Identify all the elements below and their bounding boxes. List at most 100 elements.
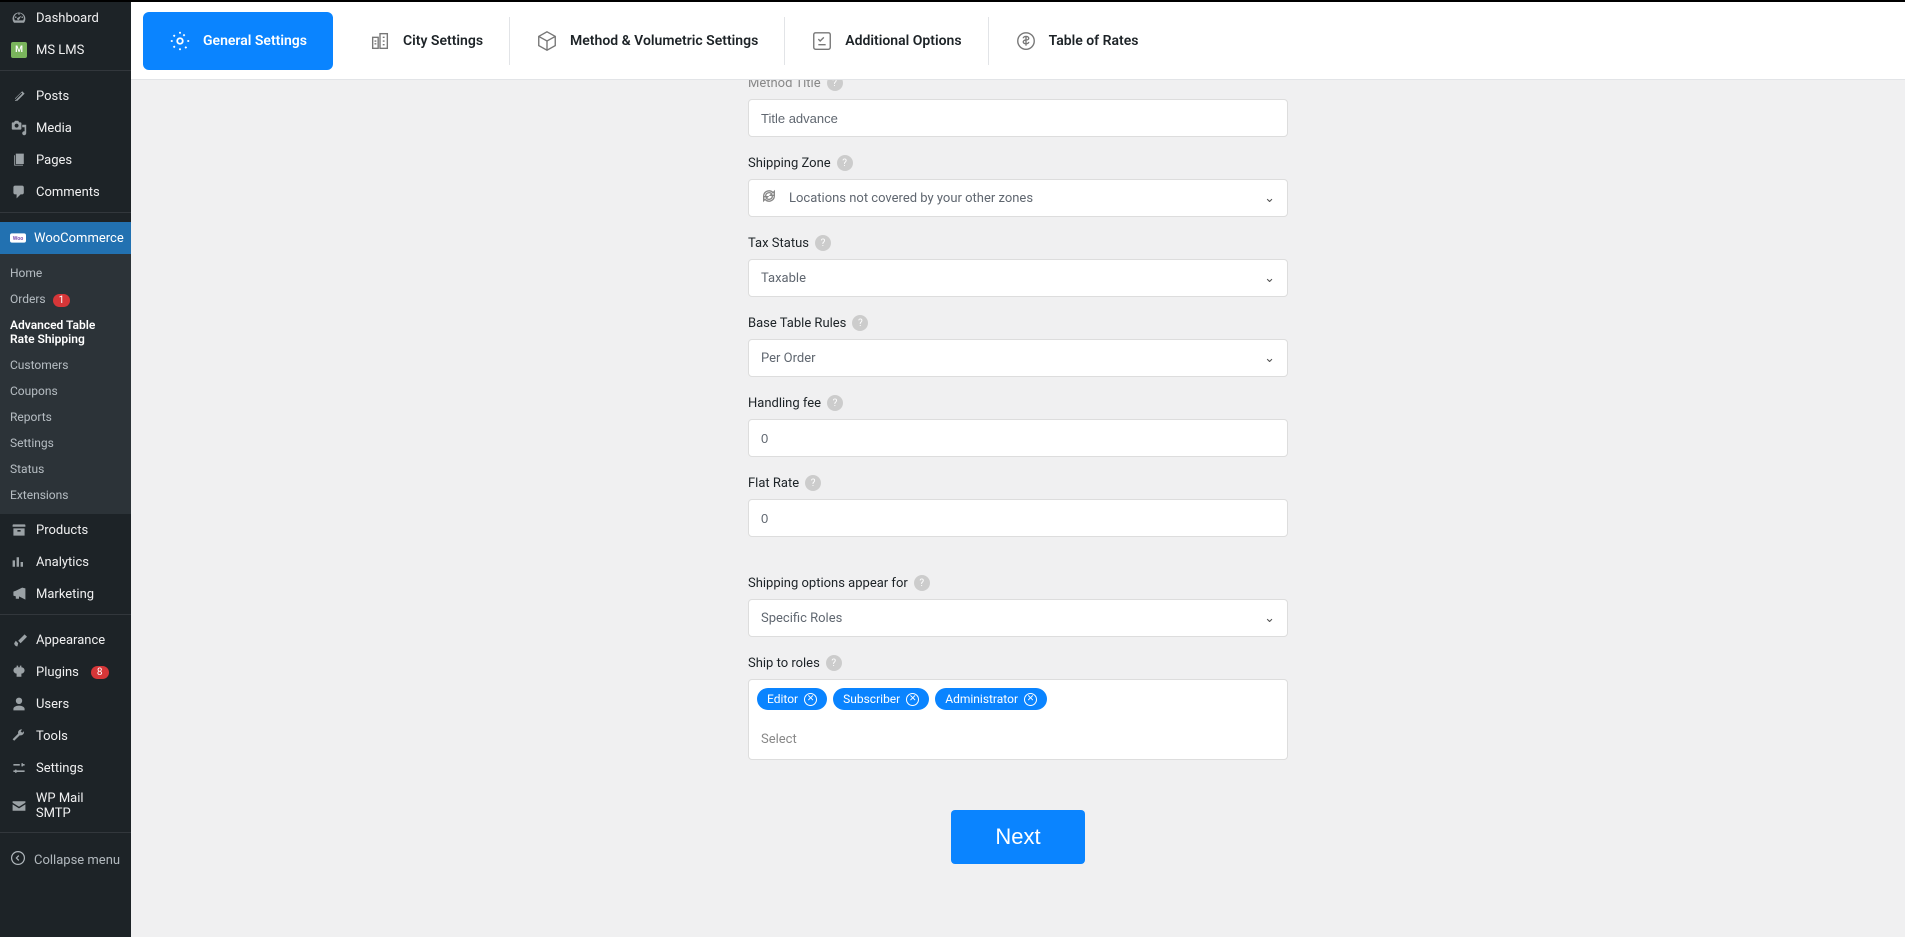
sidebar-item-comments[interactable]: Comments [0, 176, 131, 208]
ship-to-roles-select[interactable]: Editor✕ Subscriber✕ Administrator✕ Selec… [748, 679, 1288, 760]
collapse-icon [10, 850, 26, 870]
label-appear-for: Shipping options appear for ? [748, 575, 1288, 591]
sidebar-item-media[interactable]: Media [0, 112, 131, 144]
role-tag-administrator[interactable]: Administrator✕ [935, 688, 1047, 710]
sidebar-item-analytics[interactable]: Analytics [0, 546, 131, 578]
help-icon[interactable]: ? [815, 235, 831, 251]
chevron-down-icon: ⌄ [1264, 271, 1275, 286]
sidebar-label: Marketing [36, 587, 94, 602]
method-title-input[interactable] [748, 99, 1288, 137]
pin-icon [10, 87, 28, 105]
help-icon[interactable]: ? [827, 80, 843, 91]
separator [0, 614, 131, 620]
tab-label: Method & Volumetric Settings [570, 33, 758, 49]
sidebar-label: Appearance [36, 633, 105, 648]
bars-icon [10, 553, 28, 571]
separator [0, 70, 131, 76]
separator [0, 832, 131, 838]
dollar-icon [1015, 30, 1037, 52]
sidebar-item-tools[interactable]: Tools [0, 720, 131, 752]
sidebar-item-dashboard[interactable]: Dashboard [0, 2, 131, 34]
tab-general-settings[interactable]: General Settings [143, 12, 333, 70]
remove-icon[interactable]: ✕ [804, 693, 817, 706]
help-icon[interactable]: ? [805, 475, 821, 491]
plugins-badge: 8 [91, 666, 109, 679]
submenu-reports[interactable]: Reports [0, 404, 131, 430]
sidebar-label: Dashboard [36, 11, 99, 26]
chevron-down-icon: ⌄ [1264, 351, 1275, 366]
help-icon[interactable]: ? [914, 575, 930, 591]
brush-icon [10, 631, 28, 649]
sidebar-item-pages[interactable]: Pages [0, 144, 131, 176]
submenu-customers[interactable]: Customers [0, 352, 131, 378]
sync-icon [761, 188, 777, 208]
submenu-status[interactable]: Status [0, 456, 131, 482]
role-tag-subscriber[interactable]: Subscriber✕ [833, 688, 929, 710]
sidebar-label: MS LMS [36, 43, 84, 58]
woo-icon: Woo [10, 229, 26, 247]
tab-label: General Settings [203, 33, 307, 49]
sidebar-item-users[interactable]: Users [0, 688, 131, 720]
next-button[interactable]: Next [951, 810, 1084, 864]
tab-method-volumetric[interactable]: Method & Volumetric Settings [510, 17, 785, 65]
sidebar-item-plugins[interactable]: Plugins 8 [0, 656, 131, 688]
submenu-advanced-table-rate[interactable]: Advanced Table Rate Shipping [0, 312, 131, 352]
role-tag-editor[interactable]: Editor✕ [757, 688, 827, 710]
appear-for-select[interactable]: Specific Roles ⌄ [748, 599, 1288, 637]
tab-table-of-rates[interactable]: Table of Rates [989, 17, 1165, 65]
label-method-title: Method Title ? [748, 80, 1288, 91]
mail-icon [10, 797, 28, 815]
flat-rate-input[interactable] [748, 499, 1288, 537]
submenu-orders[interactable]: Orders 1 [0, 286, 131, 312]
sidebar-item-settings[interactable]: Settings [0, 752, 131, 784]
sidebar-label: Comments [36, 185, 100, 200]
sidebar-item-marketing[interactable]: Marketing [0, 578, 131, 610]
field-tax-status: Tax Status ? Taxable ⌄ [748, 235, 1288, 297]
admin-sidebar: Dashboard M MS LMS Posts Media Pages Com… [0, 2, 131, 937]
select-placeholder[interactable]: Select [757, 728, 1279, 751]
main-content: General Settings City Settings Method & … [131, 2, 1905, 937]
label-base-table-rules: Base Table Rules ? [748, 315, 1288, 331]
sidebar-label: Users [36, 697, 69, 712]
media-icon [10, 119, 28, 137]
sidebar-item-posts[interactable]: Posts [0, 80, 131, 112]
sidebar-label: Media [36, 121, 72, 136]
chevron-down-icon: ⌄ [1264, 191, 1275, 206]
handling-fee-input[interactable] [748, 419, 1288, 457]
label-ship-to-roles: Ship to roles ? [748, 655, 1288, 671]
help-icon[interactable]: ? [837, 155, 853, 171]
submenu-coupons[interactable]: Coupons [0, 378, 131, 404]
field-handling-fee: Handling fee ? [748, 395, 1288, 457]
sidebar-item-products[interactable]: Products [0, 514, 131, 546]
tab-label: Table of Rates [1049, 33, 1139, 49]
sliders-icon [10, 759, 28, 777]
sidebar-item-mslms[interactable]: M MS LMS [0, 34, 131, 66]
help-icon[interactable]: ? [826, 655, 842, 671]
separator [0, 212, 131, 218]
form-scroll[interactable]: Method Title ? Shipping Zone ? Locations… [131, 80, 1905, 937]
help-icon[interactable]: ? [827, 395, 843, 411]
sidebar-item-wpmail[interactable]: WP Mail SMTP [0, 784, 131, 828]
tab-label: Additional Options [845, 33, 961, 49]
sidebar-item-woocommerce[interactable]: Woo WooCommerce [0, 222, 131, 254]
remove-icon[interactable]: ✕ [906, 693, 919, 706]
submenu-extensions[interactable]: Extensions [0, 482, 131, 508]
sidebar-label: Settings [36, 761, 83, 776]
submenu-home[interactable]: Home [0, 260, 131, 286]
sidebar-item-appearance[interactable]: Appearance [0, 624, 131, 656]
form: Method Title ? Shipping Zone ? Locations… [748, 80, 1288, 904]
tab-city-settings[interactable]: City Settings [343, 17, 510, 65]
field-method-title: Method Title ? [748, 80, 1288, 137]
submenu-settings[interactable]: Settings [0, 430, 131, 456]
tax-status-select[interactable]: Taxable ⌄ [748, 259, 1288, 297]
wrench-icon [10, 727, 28, 745]
user-icon [10, 695, 28, 713]
help-icon[interactable]: ? [852, 315, 868, 331]
remove-icon[interactable]: ✕ [1024, 693, 1037, 706]
base-table-rules-select[interactable]: Per Order ⌄ [748, 339, 1288, 377]
collapse-menu[interactable]: Collapse menu [0, 842, 131, 878]
sidebar-label: WooCommerce [34, 231, 124, 246]
tab-label: City Settings [403, 33, 483, 49]
tab-additional-options[interactable]: Additional Options [785, 17, 988, 65]
shipping-zone-select[interactable]: Locations not covered by your other zone… [748, 179, 1288, 217]
